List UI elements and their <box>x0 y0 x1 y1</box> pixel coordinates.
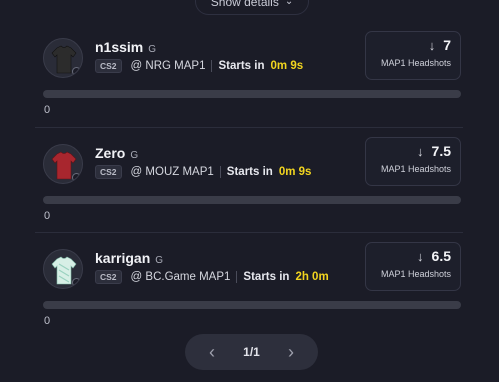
player-name: Zero <box>95 145 126 161</box>
card-divider <box>35 127 463 128</box>
progress-bar <box>43 301 461 309</box>
chevron-down-icon: ⌄ <box>284 0 294 7</box>
player-name: n1ssim <box>95 39 144 55</box>
countdown: 0m 9s <box>270 60 304 72</box>
chevron-right-icon[interactable]: › <box>288 343 294 361</box>
starts-label: Starts in <box>226 166 273 178</box>
show-details-button[interactable]: Show details ⌄ <box>195 0 309 15</box>
player-avatar <box>43 249 83 289</box>
card-divider <box>35 232 463 233</box>
arrow-down-icon: ↓ <box>417 248 424 264</box>
stat-label: MAP1 Headshots <box>380 164 451 174</box>
stat-label: MAP1 Headshots <box>380 269 451 279</box>
starts-label: Starts in <box>243 271 290 283</box>
line-box[interactable]: ↓ 6.5 MAP1 Headshots <box>365 242 461 291</box>
player-position: G <box>130 150 139 161</box>
player-position: G <box>155 255 164 266</box>
divider <box>236 271 238 283</box>
progress-bar <box>43 196 461 204</box>
matchup: @ MOUZ MAP1 <box>130 166 214 178</box>
progress-count: 0 <box>44 104 51 116</box>
player-avatar <box>43 144 83 184</box>
countdown: 0m 9s <box>278 166 312 178</box>
starts-label: Starts in <box>218 60 265 72</box>
show-details-label: Show details <box>210 0 279 9</box>
line-value: 6.5 <box>431 248 451 264</box>
game-tag: CS2 <box>95 59 122 73</box>
chevron-left-icon[interactable]: ‹ <box>209 343 215 361</box>
line-value: 7.5 <box>431 143 451 159</box>
matchup: @ NRG MAP1 <box>130 60 206 72</box>
pagination: ‹ 1/1 › <box>185 334 318 370</box>
arrow-down-icon: ↓ <box>417 143 424 159</box>
matchup: @ BC.Game MAP1 <box>130 271 231 283</box>
arrow-down-icon: ↓ <box>428 37 436 53</box>
status-badge-icon <box>72 67 81 76</box>
game-tag: CS2 <box>95 165 122 179</box>
divider <box>211 60 213 72</box>
line-value: 7 <box>443 37 451 53</box>
player-name: karrigan <box>95 250 151 266</box>
countdown: 2h 0m <box>295 271 329 283</box>
divider <box>219 166 221 178</box>
page-indicator: 1/1 <box>243 345 260 359</box>
progress-count: 0 <box>44 315 51 327</box>
progress-count: 0 <box>44 210 51 222</box>
stat-label: MAP1 Headshots <box>380 58 451 68</box>
player-position: G <box>148 44 157 55</box>
player-avatar <box>43 38 83 78</box>
progress-bar <box>43 90 461 98</box>
game-tag: CS2 <box>95 270 122 284</box>
line-box[interactable]: ↓ 7 MAP1 Headshots <box>365 31 461 80</box>
status-badge-icon <box>72 173 81 182</box>
status-badge-icon <box>72 278 81 287</box>
line-box[interactable]: ↓ 7.5 MAP1 Headshots <box>365 137 461 186</box>
